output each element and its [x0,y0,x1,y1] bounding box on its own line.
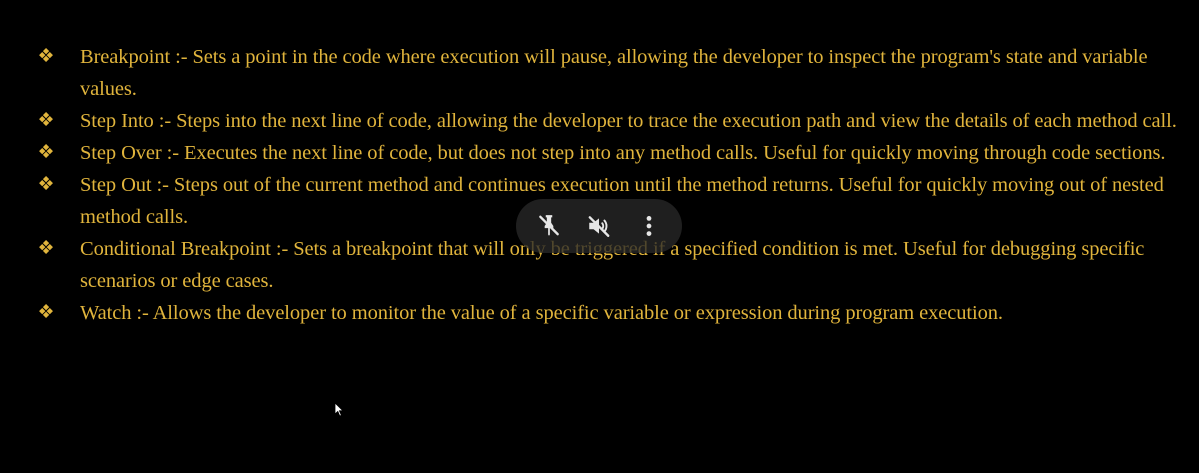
list-item-text: Breakpoint :- Sets a point in the code w… [80,46,1148,100]
diamond-bullet-icon: ❖ [37,46,55,67]
diamond-bullet-icon: ❖ [37,302,55,323]
slide: ❖ Breakpoint :- Sets a point in the code… [0,0,1199,473]
mute-button[interactable] [582,209,616,243]
more-vertical-icon [646,216,652,236]
list-item: ❖ Breakpoint :- Sets a point in the code… [0,41,1199,105]
video-controls-overlay [516,199,682,253]
list-item-text: Step Into :- Steps into the next line of… [80,110,1177,132]
list-item: ❖ Step Over :- Executes the next line of… [0,137,1199,169]
list-item: ❖ Watch :- Allows the developer to monit… [0,297,1199,329]
diamond-bullet-icon: ❖ [37,110,55,131]
volume-off-icon [588,216,610,237]
list-item: ❖ Step Into :- Steps into the next line … [0,105,1199,137]
mouse-cursor-icon [334,402,344,417]
list-item-text: Step Over :- Executes the next line of c… [80,142,1166,164]
more-options-button[interactable] [632,209,666,243]
unpin-button[interactable] [532,209,566,243]
diamond-bullet-icon: ❖ [37,142,55,163]
list-item-text: Watch :- Allows the developer to monitor… [80,302,1003,324]
diamond-bullet-icon: ❖ [37,238,55,259]
diamond-bullet-icon: ❖ [37,174,55,195]
bullet-list: ❖ Breakpoint :- Sets a point in the code… [0,41,1199,329]
pin-off-icon [539,215,559,236]
